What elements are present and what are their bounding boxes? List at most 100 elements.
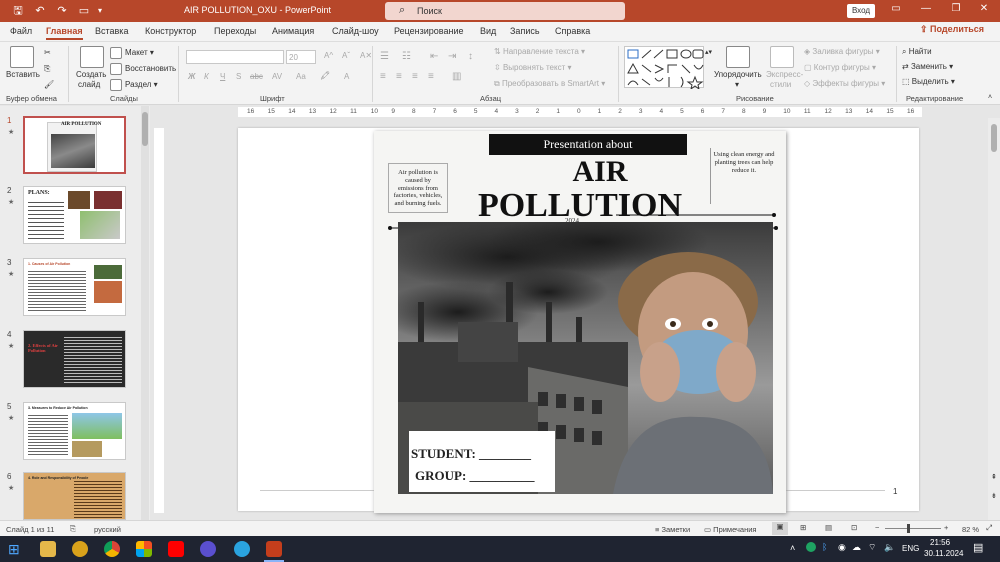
notes-button[interactable]: ≡ Заметки xyxy=(655,525,690,534)
tab-home[interactable]: Главная xyxy=(46,26,83,40)
highlight-icon[interactable]: 🖍 xyxy=(320,71,330,80)
notifications-icon[interactable]: ▤ xyxy=(973,541,983,554)
collapse-ribbon-icon[interactable]: ˄ xyxy=(988,94,992,101)
slide-thumbnail-6[interactable]: 4. Role and Responsibility of People xyxy=(23,472,126,520)
gallery-scroll-icon[interactable]: ▴▾ xyxy=(705,48,712,56)
align-center-icon[interactable]: ≡ xyxy=(396,71,402,82)
save-icon[interactable]: 🖫 xyxy=(10,3,26,19)
italic-button[interactable]: К xyxy=(204,72,209,81)
ribbon-display-icon[interactable]: ▭ xyxy=(888,3,904,14)
decrease-indent-icon[interactable]: ⇤ xyxy=(430,51,438,62)
undo-icon[interactable]: ↶ xyxy=(32,3,48,19)
new-slide-label-1[interactable]: Создать xyxy=(76,70,106,79)
right-note-text[interactable]: Using clean energy and planting trees ca… xyxy=(713,151,775,174)
network-icon[interactable]: ⌔ xyxy=(868,542,876,553)
slide-thumbnail-1[interactable]: AIR POLLUTION xyxy=(23,116,126,174)
align-left-icon[interactable]: ≡ xyxy=(380,71,386,82)
arrange-button[interactable]: Упорядочить xyxy=(714,70,762,79)
tray-expand-icon[interactable]: ˄ xyxy=(790,543,795,553)
tab-view[interactable]: Вид xyxy=(480,26,496,36)
media-icon[interactable] xyxy=(200,541,216,557)
scroll-thumb[interactable] xyxy=(991,124,997,152)
title-line-1[interactable]: AIR xyxy=(520,155,680,189)
tab-slideshow[interactable]: Слайд-шоу xyxy=(332,26,379,36)
increase-indent-icon[interactable]: ⇥ xyxy=(448,51,456,62)
comments-button[interactable]: ▭ Примечания xyxy=(704,525,756,534)
next-slide-icon[interactable]: ⇟ xyxy=(991,492,997,500)
bold-button[interactable]: Ж xyxy=(188,72,195,81)
tray-app-icon[interactable] xyxy=(806,542,816,552)
font-name-field[interactable] xyxy=(186,50,284,64)
zoom-in-icon[interactable]: + xyxy=(944,523,948,532)
chrome-icon[interactable] xyxy=(104,541,120,557)
banner-text[interactable]: Presentation about xyxy=(489,134,687,155)
search-box[interactable]: ⌕ Поиск xyxy=(385,2,625,20)
paste-button[interactable]: Вставить xyxy=(6,70,40,79)
font-size-field[interactable]: 20 xyxy=(286,50,316,64)
login-button[interactable]: Вход xyxy=(847,4,875,18)
language-indicator[interactable]: русский xyxy=(94,525,121,534)
shrink-font-icon[interactable]: Aˇ xyxy=(342,51,350,60)
left-note-box[interactable]: Air pollution is caused by emissions fro… xyxy=(388,163,448,213)
present-icon[interactable]: ▭ xyxy=(76,3,92,19)
store-icon[interactable] xyxy=(136,541,152,557)
scroll-thumb[interactable] xyxy=(142,112,148,146)
replace-button[interactable]: ⇄ Заменить ▾ xyxy=(902,62,953,71)
app-icon[interactable] xyxy=(72,541,88,557)
start-icon[interactable]: ⊞ xyxy=(8,541,24,557)
arrange-dropdown-icon[interactable]: ▾ xyxy=(735,80,739,89)
tab-transitions[interactable]: Переходы xyxy=(214,26,256,36)
customize-quick-access-icon[interactable]: ▾ xyxy=(92,3,108,19)
tab-review[interactable]: Рецензирование xyxy=(394,26,464,36)
clear-format-icon[interactable]: A✕ xyxy=(360,51,372,60)
slide-thumbnail-3[interactable]: 1. Causes of Air Pollution xyxy=(23,258,126,316)
align-text-button[interactable]: ⇳ Выровнять текст ▾ xyxy=(494,63,572,72)
new-slide-icon[interactable] xyxy=(80,46,104,68)
shape-outline-button[interactable]: ▢ Контур фигуры ▾ xyxy=(804,63,876,72)
tray-icon[interactable]: ◉ xyxy=(838,542,846,553)
fit-slide-icon[interactable]: ⤢ xyxy=(986,523,992,533)
tab-help[interactable]: Справка xyxy=(555,26,590,36)
quick-styles-label-2[interactable]: стили xyxy=(770,80,791,89)
zoom-slider-track[interactable] xyxy=(885,528,941,529)
clock-date[interactable]: 30.11.2024 xyxy=(924,549,963,558)
paste-icon[interactable] xyxy=(10,46,34,68)
close-icon[interactable]: ✕ xyxy=(976,3,992,14)
arrange-icon[interactable] xyxy=(726,46,750,68)
tab-animation[interactable]: Анимация xyxy=(272,26,314,36)
student-info-box[interactable]: STUDENT: ________ GROUP: __________ xyxy=(409,431,555,492)
editor-scrollbar[interactable]: ⇞ ⇟ xyxy=(988,118,1000,520)
underline-button[interactable]: Ч xyxy=(220,72,225,81)
quick-styles-icon[interactable] xyxy=(770,46,794,68)
reading-view-icon[interactable]: ▤ xyxy=(825,523,832,532)
student-field[interactable]: STUDENT: ________ xyxy=(411,443,555,465)
justify-icon[interactable]: ≡ xyxy=(428,71,434,82)
text-direction-button[interactable]: ⇅ Направление текста ▾ xyxy=(494,47,585,56)
numbering-icon[interactable]: ☷ xyxy=(402,51,411,62)
smartart-button[interactable]: ⧉ Преобразовать в SmartArt ▾ xyxy=(494,79,605,89)
volume-icon[interactable]: 🔈 xyxy=(884,542,895,553)
font-color-icon[interactable]: A xyxy=(344,72,349,81)
minimize-icon[interactable]: — xyxy=(918,3,934,14)
share-button[interactable]: ⇪ Поделиться xyxy=(920,24,996,40)
spelling-icon[interactable]: ⎘ xyxy=(70,524,76,534)
bluetooth-icon[interactable]: ᛒ xyxy=(822,542,827,552)
section-button[interactable]: Раздел ▾ xyxy=(110,79,158,91)
slide-thumbnail-2[interactable]: PLANS: xyxy=(23,186,126,244)
prev-slide-icon[interactable]: ⇞ xyxy=(991,473,997,481)
bullets-icon[interactable]: ☰ xyxy=(380,51,389,62)
new-slide-label-2[interactable]: слайд xyxy=(78,80,100,89)
slide-sorter-icon[interactable]: ⊞ xyxy=(800,523,806,532)
telegram-icon[interactable] xyxy=(234,541,250,557)
slideshow-view-icon[interactable]: ⊡ xyxy=(851,523,857,532)
onedrive-icon[interactable]: ☁ xyxy=(852,542,861,553)
redo-icon[interactable]: ↷ xyxy=(54,3,70,19)
shape-fill-button[interactable]: ◈ Заливка фигуры ▾ xyxy=(804,47,880,56)
reset-button[interactable]: Восстановить xyxy=(110,63,176,75)
tab-file[interactable]: Файл xyxy=(10,26,32,36)
spacing-icon[interactable]: AV xyxy=(272,72,282,81)
zoom-out-icon[interactable]: − xyxy=(875,523,879,532)
zoom-slider-thumb[interactable] xyxy=(907,524,910,533)
strikethrough-button[interactable]: abc xyxy=(250,72,263,81)
youtube-icon[interactable] xyxy=(168,541,184,557)
